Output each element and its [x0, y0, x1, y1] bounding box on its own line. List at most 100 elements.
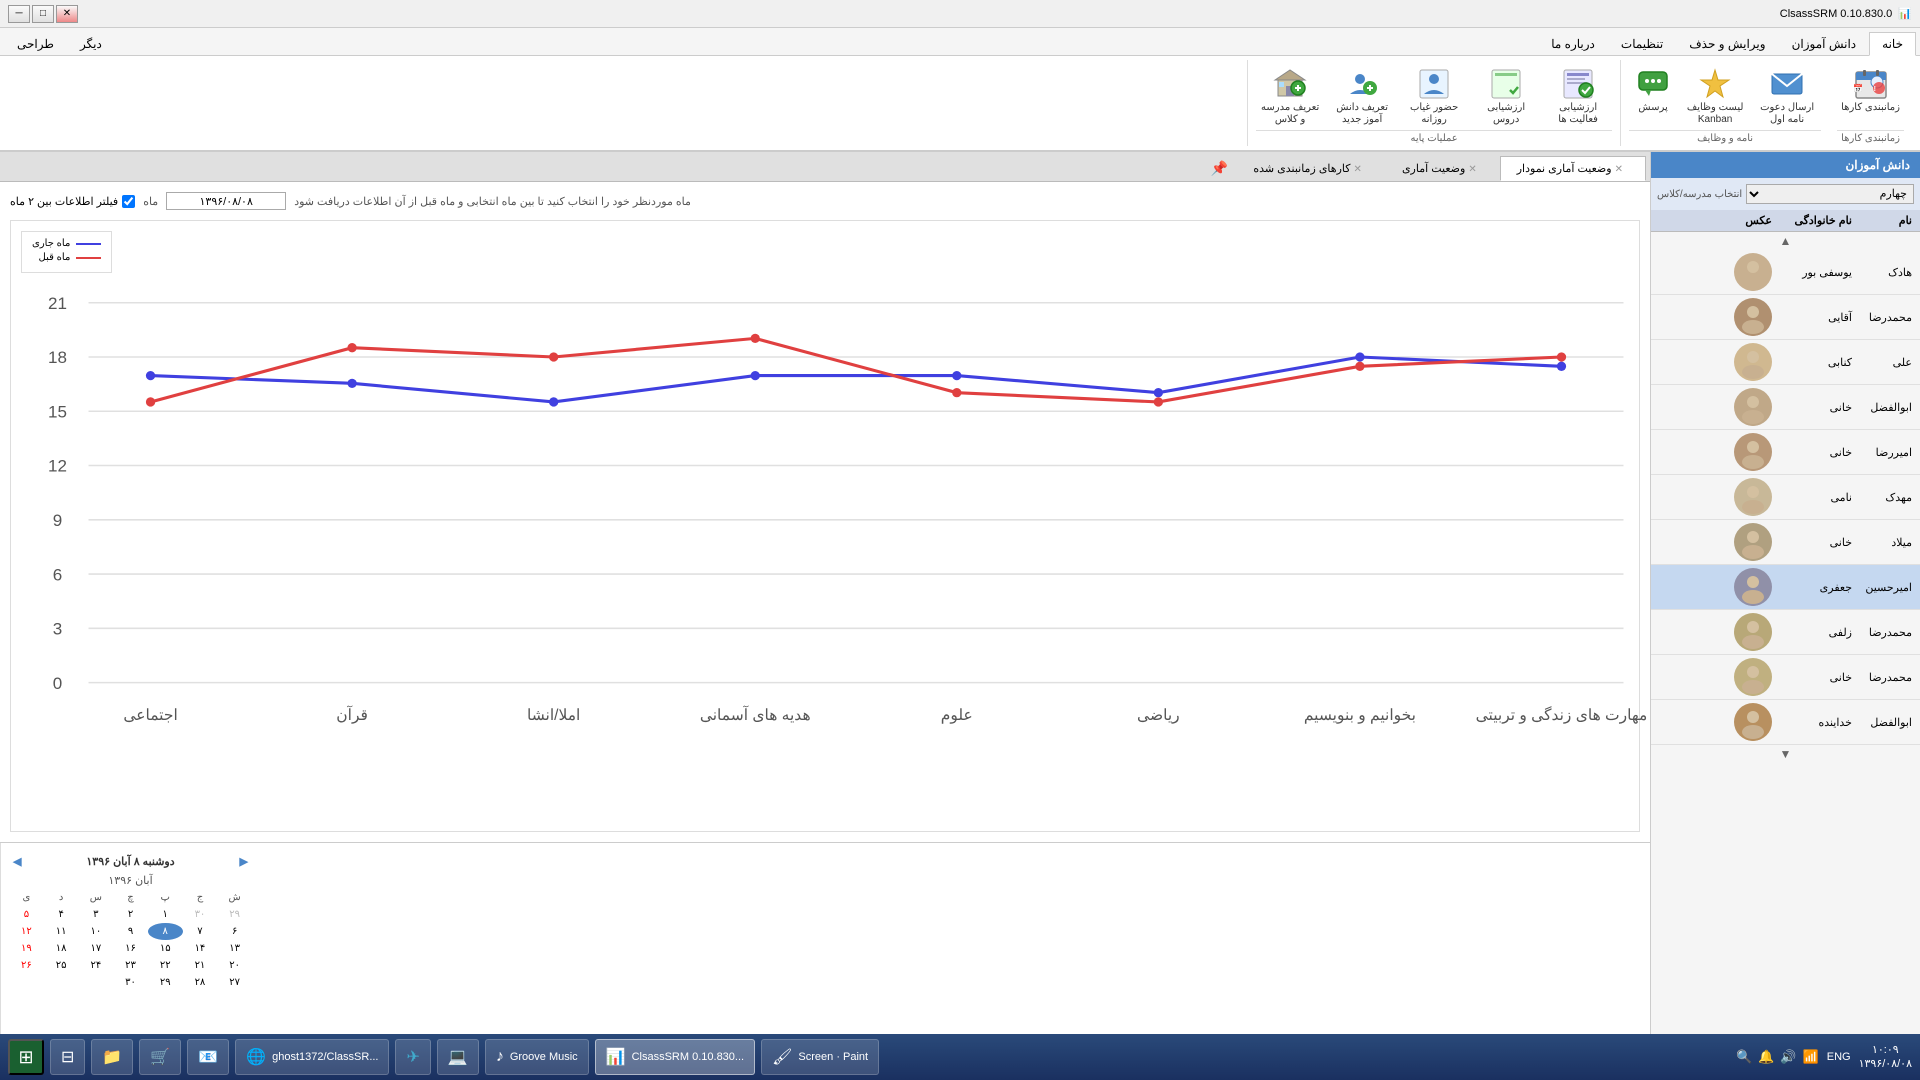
calendar-day[interactable]: ۲۹	[217, 906, 252, 923]
btn-add-student[interactable]: تعریف دانش آموز جدید	[1328, 64, 1396, 128]
student-row[interactable]: مهدک نامی	[1651, 475, 1920, 520]
calendar-day[interactable]: ۸	[148, 923, 183, 940]
tab-scheduled[interactable]: ✕ کارهای زمانبندی شده	[1236, 156, 1385, 180]
calendar-day[interactable]: ۱۴	[183, 940, 218, 957]
pin-icon[interactable]: 📌	[1203, 156, 1236, 181]
calendar-day[interactable]: ۳۰	[113, 974, 148, 991]
legend-prev: ماه قبل	[32, 252, 101, 263]
calendar-day[interactable]: ۱۷	[78, 940, 113, 957]
tab-stats[interactable]: ✕ وضعیت آماری	[1385, 156, 1500, 180]
calendar-day[interactable]: ۷	[183, 923, 218, 940]
tab-about[interactable]: درباره ما	[1538, 32, 1608, 55]
student-row[interactable]: ابوالفضل خانی	[1651, 385, 1920, 430]
search-taskbar-icon[interactable]: 🔍	[1736, 1049, 1752, 1065]
calendar-day[interactable]: ۲۸	[183, 974, 218, 991]
btn-eval-courses[interactable]: ارزشیابی دروس	[1472, 64, 1540, 128]
calendar-day[interactable]: ۲۰	[217, 957, 252, 974]
calendar-day[interactable]: ۵	[9, 906, 44, 923]
student-row[interactable]: ابوالفضل خداینده	[1651, 700, 1920, 745]
tab-stats-close[interactable]: ✕	[1468, 164, 1476, 175]
calendar-day[interactable]: ۳۰	[183, 906, 218, 923]
tab-students[interactable]: دانش آموزان	[1779, 32, 1870, 55]
cal-prev-btn[interactable]: ◀	[13, 855, 21, 868]
vscode-btn[interactable]: 💻	[437, 1039, 479, 1075]
calendar-day[interactable]: ۲۹	[148, 974, 183, 991]
close-button[interactable]: ✕	[56, 5, 78, 23]
groove-music-btn[interactable]: ♪ Groove Music	[485, 1039, 589, 1075]
student-row[interactable]: محمدرضا آقایی	[1651, 295, 1920, 340]
student-name: محمدرضا	[1852, 626, 1912, 639]
tab-chart-close[interactable]: ✕	[1615, 164, 1623, 175]
tab-design[interactable]: طراحی	[4, 32, 67, 55]
tab-other[interactable]: دیگر	[67, 32, 115, 55]
task-view-btn[interactable]: ⊟	[50, 1039, 85, 1075]
calendar-day[interactable]: ۹	[113, 923, 148, 940]
btn-send-invite[interactable]: ارسال دعوت نامه اول	[1753, 64, 1821, 128]
calendar-day[interactable]: ۳	[78, 906, 113, 923]
class-selector[interactable]: چهارم	[1746, 184, 1914, 204]
store-btn[interactable]: 🛒	[139, 1039, 181, 1075]
filter-checkbox[interactable]	[122, 195, 135, 208]
screen-paint-btn[interactable]: 🖌 Screen · Paint	[761, 1039, 879, 1075]
start-button[interactable]: ⊞	[8, 1039, 44, 1075]
calendar-day[interactable]: ۱۵	[148, 940, 183, 957]
calendar-day[interactable]: ۱۳	[217, 940, 252, 957]
cal-day-d: د	[44, 889, 79, 906]
student-row[interactable]: علی کنابی	[1651, 340, 1920, 385]
student-row[interactable]: محمدرضا زلفی	[1651, 610, 1920, 655]
calendar-day[interactable]: ۴	[44, 906, 79, 923]
telegram-btn[interactable]: ✈	[395, 1039, 430, 1075]
btn-question[interactable]: پرسش	[1629, 64, 1677, 116]
btn-eval-activities[interactable]: ارزشیابی فعالیت ها	[1544, 64, 1612, 128]
calendar-day[interactable]: ۱۰	[78, 923, 113, 940]
minimize-button[interactable]: ─	[8, 5, 30, 23]
calendar-day[interactable]: ۲	[113, 906, 148, 923]
calendar-day[interactable]: ۱۸	[44, 940, 79, 957]
notif-icon[interactable]: 🔔	[1758, 1049, 1774, 1065]
student-row[interactable]: میلاد خانی	[1651, 520, 1920, 565]
date-input[interactable]	[166, 192, 286, 210]
tab-home[interactable]: خانه	[1869, 32, 1916, 56]
avatar	[1734, 658, 1772, 696]
network-icon[interactable]: 📶	[1803, 1049, 1819, 1065]
volume-icon[interactable]: 🔊	[1780, 1049, 1796, 1065]
maximize-button[interactable]: □	[32, 5, 54, 23]
calendar-day[interactable]: ۲۶	[9, 957, 44, 974]
student-row[interactable]: محمدرضا خانی	[1651, 655, 1920, 700]
student-row[interactable]: هادک یوسفی بور	[1651, 250, 1920, 295]
file-explorer-btn[interactable]: 📁	[91, 1039, 133, 1075]
tab-scheduled-close[interactable]: ✕	[1354, 164, 1362, 175]
calendar-day[interactable]: ۲۵	[44, 957, 79, 974]
current-line-sample	[76, 243, 101, 245]
avatar	[1734, 433, 1772, 471]
btn-attendance[interactable]: حضور غیاب روزانه	[1400, 64, 1468, 128]
chrome-btn[interactable]: 🌐 ghost1372/ClassSR...	[235, 1039, 389, 1075]
student-row[interactable]: امیررضا خانی	[1651, 430, 1920, 475]
btn-scheduling[interactable]: 📅 ! زمانبندی کارها	[1837, 64, 1904, 116]
btn-kanban[interactable]: لیست وظایف Kanban	[1681, 64, 1749, 128]
calendar-day[interactable]: ۲۲	[148, 957, 183, 974]
scroll-down[interactable]: ▼	[1651, 745, 1920, 763]
calendar-day[interactable]: ۶	[217, 923, 252, 940]
scroll-up[interactable]: ▲	[1651, 232, 1920, 250]
calendar-day[interactable]: ۲۴	[78, 957, 113, 974]
calendar-day[interactable]: ۲۳	[113, 957, 148, 974]
tab-chart[interactable]: ✕ وضعیت آماری نمودار	[1500, 156, 1646, 181]
filter-label: انتخاب مدرسه/کلاس	[1657, 189, 1742, 200]
tab-edit-delete[interactable]: ویرایش و حذف	[1676, 32, 1778, 55]
calendar-day[interactable]: ۱۶	[113, 940, 148, 957]
calendar-day[interactable]: ۱۹	[9, 940, 44, 957]
btn-add-school[interactable]: تعریف مدرسه و کلاس	[1256, 64, 1324, 128]
mail-btn[interactable]: 📧	[187, 1039, 229, 1075]
tab-settings[interactable]: تنظیمات	[1608, 32, 1676, 55]
student-row[interactable]: امیرحسین جعفری	[1651, 565, 1920, 610]
calendar-day[interactable]: ۱۱	[44, 923, 79, 940]
cal-next-btn[interactable]: ▶	[240, 855, 248, 868]
lang-indicator[interactable]: ENG	[1827, 1051, 1851, 1063]
calendar-day[interactable]: ۲۷	[217, 974, 252, 991]
calendar-day[interactable]: ۱	[148, 906, 183, 923]
calendar-day[interactable]: ۲۱	[183, 957, 218, 974]
cal-day-j: ج	[183, 889, 218, 906]
calendar-day[interactable]: ۱۲	[9, 923, 44, 940]
clsassrm-btn[interactable]: 📊 ClsassSRM 0.10.830...	[595, 1039, 755, 1075]
